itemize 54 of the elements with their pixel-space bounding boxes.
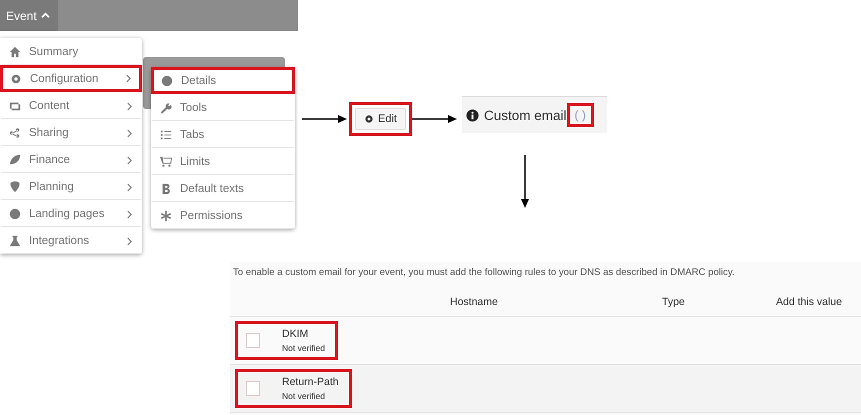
- info-icon: [466, 108, 479, 122]
- menu-item-icon: [10, 72, 22, 84]
- custom-email-value: ( ): [566, 103, 594, 127]
- submenu-item[interactable]: Details: [151, 67, 295, 94]
- verification-status: Not verified: [282, 343, 325, 353]
- menu-item-icon: [9, 154, 21, 166]
- menu-item[interactable]: Summary: [0, 38, 142, 65]
- submenu-item[interactable]: Tabs: [151, 121, 295, 148]
- column-header: Add this value: [776, 296, 842, 308]
- menu-item-icon: [9, 235, 21, 247]
- menu-item[interactable]: Configuration: [0, 65, 142, 92]
- submenu-item[interactable]: Default texts: [151, 175, 295, 202]
- caret-icon: [40, 12, 50, 19]
- event-menu-button[interactable]: Event: [0, 0, 58, 31]
- menu-item[interactable]: Planning: [0, 173, 142, 200]
- submenu-item[interactable]: Tools: [151, 94, 295, 121]
- menu-item-icon: [9, 127, 21, 139]
- menu-item[interactable]: Content: [0, 92, 142, 119]
- chevron-right-icon: [127, 236, 132, 246]
- menu-item[interactable]: Landing pages: [0, 200, 142, 227]
- column-header: Type: [662, 296, 685, 308]
- chevron-right-icon: [127, 102, 132, 110]
- submenu-item-icon: [160, 210, 172, 222]
- chevron-right-icon: [127, 182, 132, 192]
- submenu-item-icon: [160, 156, 172, 168]
- record-name: Return-Path: [282, 376, 339, 388]
- checkbox[interactable]: [246, 333, 260, 348]
- arrow-right-icon: [302, 114, 348, 124]
- checkbox[interactable]: [246, 381, 260, 396]
- chevron-right-icon: [126, 74, 131, 83]
- submenu-item-icon: [160, 183, 172, 195]
- submenu-item-icon: [161, 74, 173, 86]
- chevron-right-icon: [127, 156, 132, 164]
- arrow-right-icon: [412, 114, 458, 124]
- dns-instructions: To enable a custom email for your event, you must add the following rules to your DNS as described in DMARC policy.: [232, 266, 736, 280]
- menu-item-icon: [9, 181, 21, 193]
- edit-button[interactable]: Edit: [355, 108, 406, 130]
- arrow-down-icon: [520, 155, 530, 209]
- submenu-item[interactable]: Permissions: [151, 202, 295, 229]
- menu-item[interactable]: Sharing: [0, 119, 142, 146]
- verification-status: Not verified: [282, 391, 326, 401]
- chevron-right-icon: [127, 128, 132, 138]
- chevron-right-icon: [127, 210, 132, 218]
- menu-item-icon: [9, 100, 21, 112]
- column-header: Hostname: [450, 296, 498, 308]
- submenu-item-icon: [160, 129, 172, 141]
- custom-email-title: Custom email: [484, 108, 567, 122]
- submenu-item-icon: [160, 102, 172, 114]
- menu-item-icon: [9, 46, 21, 58]
- submenu-item[interactable]: Limits: [151, 148, 295, 175]
- menu-item[interactable]: Finance: [0, 146, 142, 173]
- record-name: DKIM: [282, 328, 310, 340]
- menu-item-icon: [9, 208, 21, 220]
- menu-item[interactable]: Integrations: [0, 227, 142, 254]
